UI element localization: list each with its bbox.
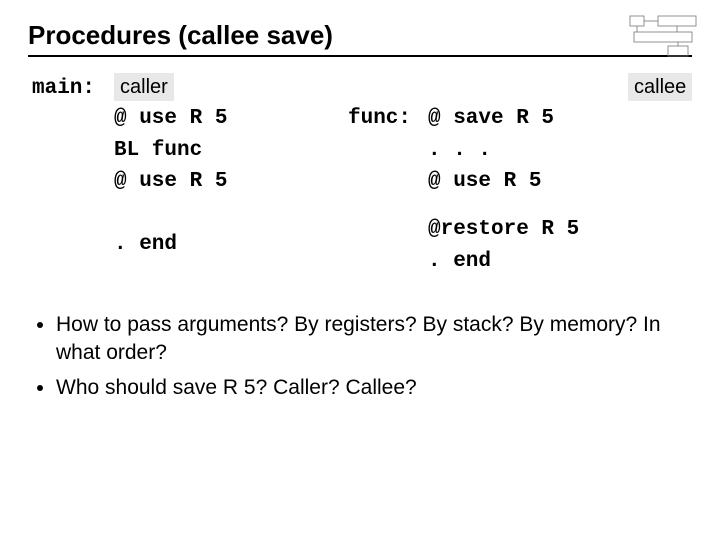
cpu-diagram-icon xyxy=(628,14,698,58)
bullet-list: How to pass arguments? By registers? By … xyxy=(28,311,692,402)
caller-code-block: @ use R 5 BL func @ use R 5 . end xyxy=(114,103,227,261)
caller-line-2: BL func xyxy=(114,135,227,167)
code-area: main: caller callee @ use R 5 BL func @ … xyxy=(28,73,692,303)
bullet-2: Who should save R 5? Caller? Callee? xyxy=(56,374,692,402)
bullet-1: How to pass arguments? By registers? By … xyxy=(56,311,692,368)
main-label: main: xyxy=(32,73,95,105)
callee-end: . end xyxy=(428,246,579,278)
callee-line-3: @ use R 5 xyxy=(428,166,579,198)
callee-line-2: . . . xyxy=(428,135,579,167)
callee-code-block: @ save R 5 . . . @ use R 5 @restore R 5 … xyxy=(428,103,579,277)
slide-title: Procedures (callee save) xyxy=(28,20,692,51)
func-label: func: xyxy=(348,103,411,135)
callee-line-4: @restore R 5 xyxy=(428,214,579,246)
title-divider xyxy=(28,55,692,57)
caller-line-3: @ use R 5 xyxy=(114,166,227,198)
caller-box: caller xyxy=(114,73,174,101)
caller-line-1: @ use R 5 xyxy=(114,103,227,135)
callee-box: callee xyxy=(628,73,692,101)
caller-end: . end xyxy=(114,229,227,261)
callee-line-1: @ save R 5 xyxy=(428,103,579,135)
